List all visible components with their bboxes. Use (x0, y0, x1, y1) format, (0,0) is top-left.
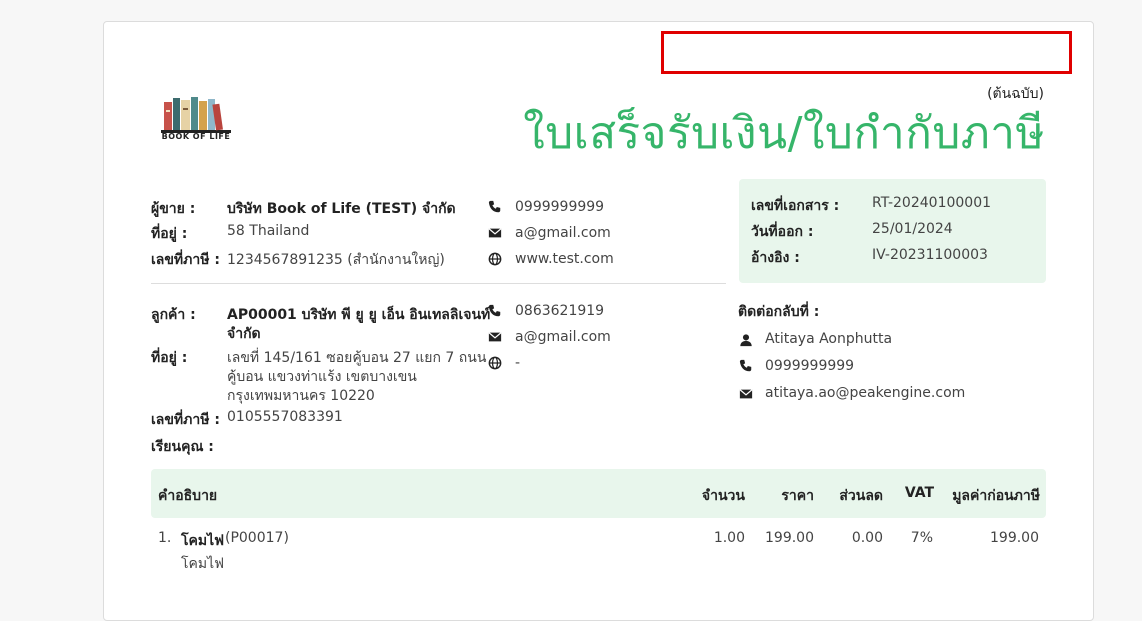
customer-address-label: ที่อยู่ : (151, 350, 188, 366)
email-icon (488, 330, 502, 344)
row-index: 1. (158, 530, 172, 546)
col-discount: ส่วนลด (839, 488, 883, 504)
customer-tax-id: 0105557083391 (227, 409, 343, 425)
doc-ref-label: อ้างอิง : (751, 250, 800, 266)
seller-tax-label: เลขที่ภาษี : (151, 252, 220, 268)
customer-name-line1: AP00001 บริษัท พี ยู ยู เอ็น อินเทลลิเจน… (227, 307, 491, 323)
row-item-detail: โคมไฟ (181, 556, 225, 572)
email-icon (739, 387, 753, 401)
section-divider (151, 283, 726, 284)
attention-label: เรียนคุณ : (151, 439, 214, 455)
seller-address: 58 Thailand (227, 223, 310, 239)
email-icon (488, 226, 502, 240)
col-quantity: จำนวน (701, 488, 745, 504)
phone-icon (488, 200, 502, 214)
doc-number: RT-20240100001 (872, 195, 992, 211)
contact-name: Atitaya Aonphutta (765, 331, 893, 347)
contact-label: ติดต่อกลับที่ : (738, 304, 820, 320)
col-price: ราคา (781, 488, 814, 504)
customer-name-line2: จำกัด (227, 326, 261, 342)
seller-phone: 0999999999 (515, 199, 605, 215)
seller-label: ผู้ขาย : (151, 201, 196, 217)
seller-tax-id: 1234567891235 (สำนักงานใหญ่) (227, 252, 445, 268)
user-icon (739, 333, 753, 347)
doc-ref: IV-20231100003 (872, 247, 988, 263)
row-quantity: 1.00 (713, 530, 745, 546)
contact-email: atitaya.ao@peakengine.com (765, 385, 966, 401)
globe-icon (488, 356, 502, 370)
seller-name: บริษัท Book of Life (TEST) จำกัด (227, 201, 456, 217)
col-vat: VAT (904, 485, 934, 501)
row-vat: 7% (910, 530, 933, 546)
row-amount: 199.00 (990, 530, 1039, 546)
row-item-code: (P00017) (225, 530, 289, 546)
logo-text: BOOK OF LIFE (161, 132, 231, 141)
books-logo-icon (161, 97, 231, 133)
doc-date-label: วันที่ออก : (751, 224, 814, 240)
seller-email: a@gmail.com (515, 225, 611, 241)
highlight-box (661, 31, 1072, 74)
seller-website: www.test.com (515, 251, 614, 267)
customer-email: a@gmail.com (515, 329, 611, 345)
customer-phone: 0863621919 (515, 303, 605, 319)
customer-website: - (515, 355, 521, 371)
doc-date: 25/01/2024 (872, 221, 953, 237)
row-item-name: โคมไฟ (181, 533, 225, 549)
seller-address-label: ที่อยู่ : (151, 226, 188, 242)
company-logo: BOOK OF LIFE (159, 94, 233, 144)
row-price: 199.00 (765, 530, 814, 546)
customer-tax-label: เลขที่ภาษี : (151, 412, 220, 428)
col-amount: มูลค่าก่อนภาษี (952, 488, 1040, 504)
customer-label: ลูกค้า : (151, 307, 196, 323)
items-table-header: คำอธิบาย จำนวน ราคา ส่วนลด VAT มูลค่าก่อ… (151, 469, 1046, 518)
contact-phone: 0999999999 (765, 358, 855, 374)
document-title: ใบเสร็จรับเงิน/ใบกำกับภาษี (523, 108, 1045, 159)
invoice-page: (ต้นฉบับ) ใบเสร็จรับเงิน/ใบกำกับภาษี BOO… (103, 21, 1094, 621)
col-description: คำอธิบาย (158, 488, 218, 504)
row-discount: 0.00 (851, 530, 883, 546)
globe-icon (488, 252, 502, 266)
customer-address-line3: กรุงเทพมหานคร 10220 (227, 388, 375, 404)
document-info-panel: เลขที่เอกสาร : RT-20240100001 วันที่ออก … (739, 179, 1046, 283)
phone-icon (739, 359, 753, 373)
phone-icon (488, 304, 502, 318)
doc-number-label: เลขที่เอกสาร : (751, 198, 840, 214)
